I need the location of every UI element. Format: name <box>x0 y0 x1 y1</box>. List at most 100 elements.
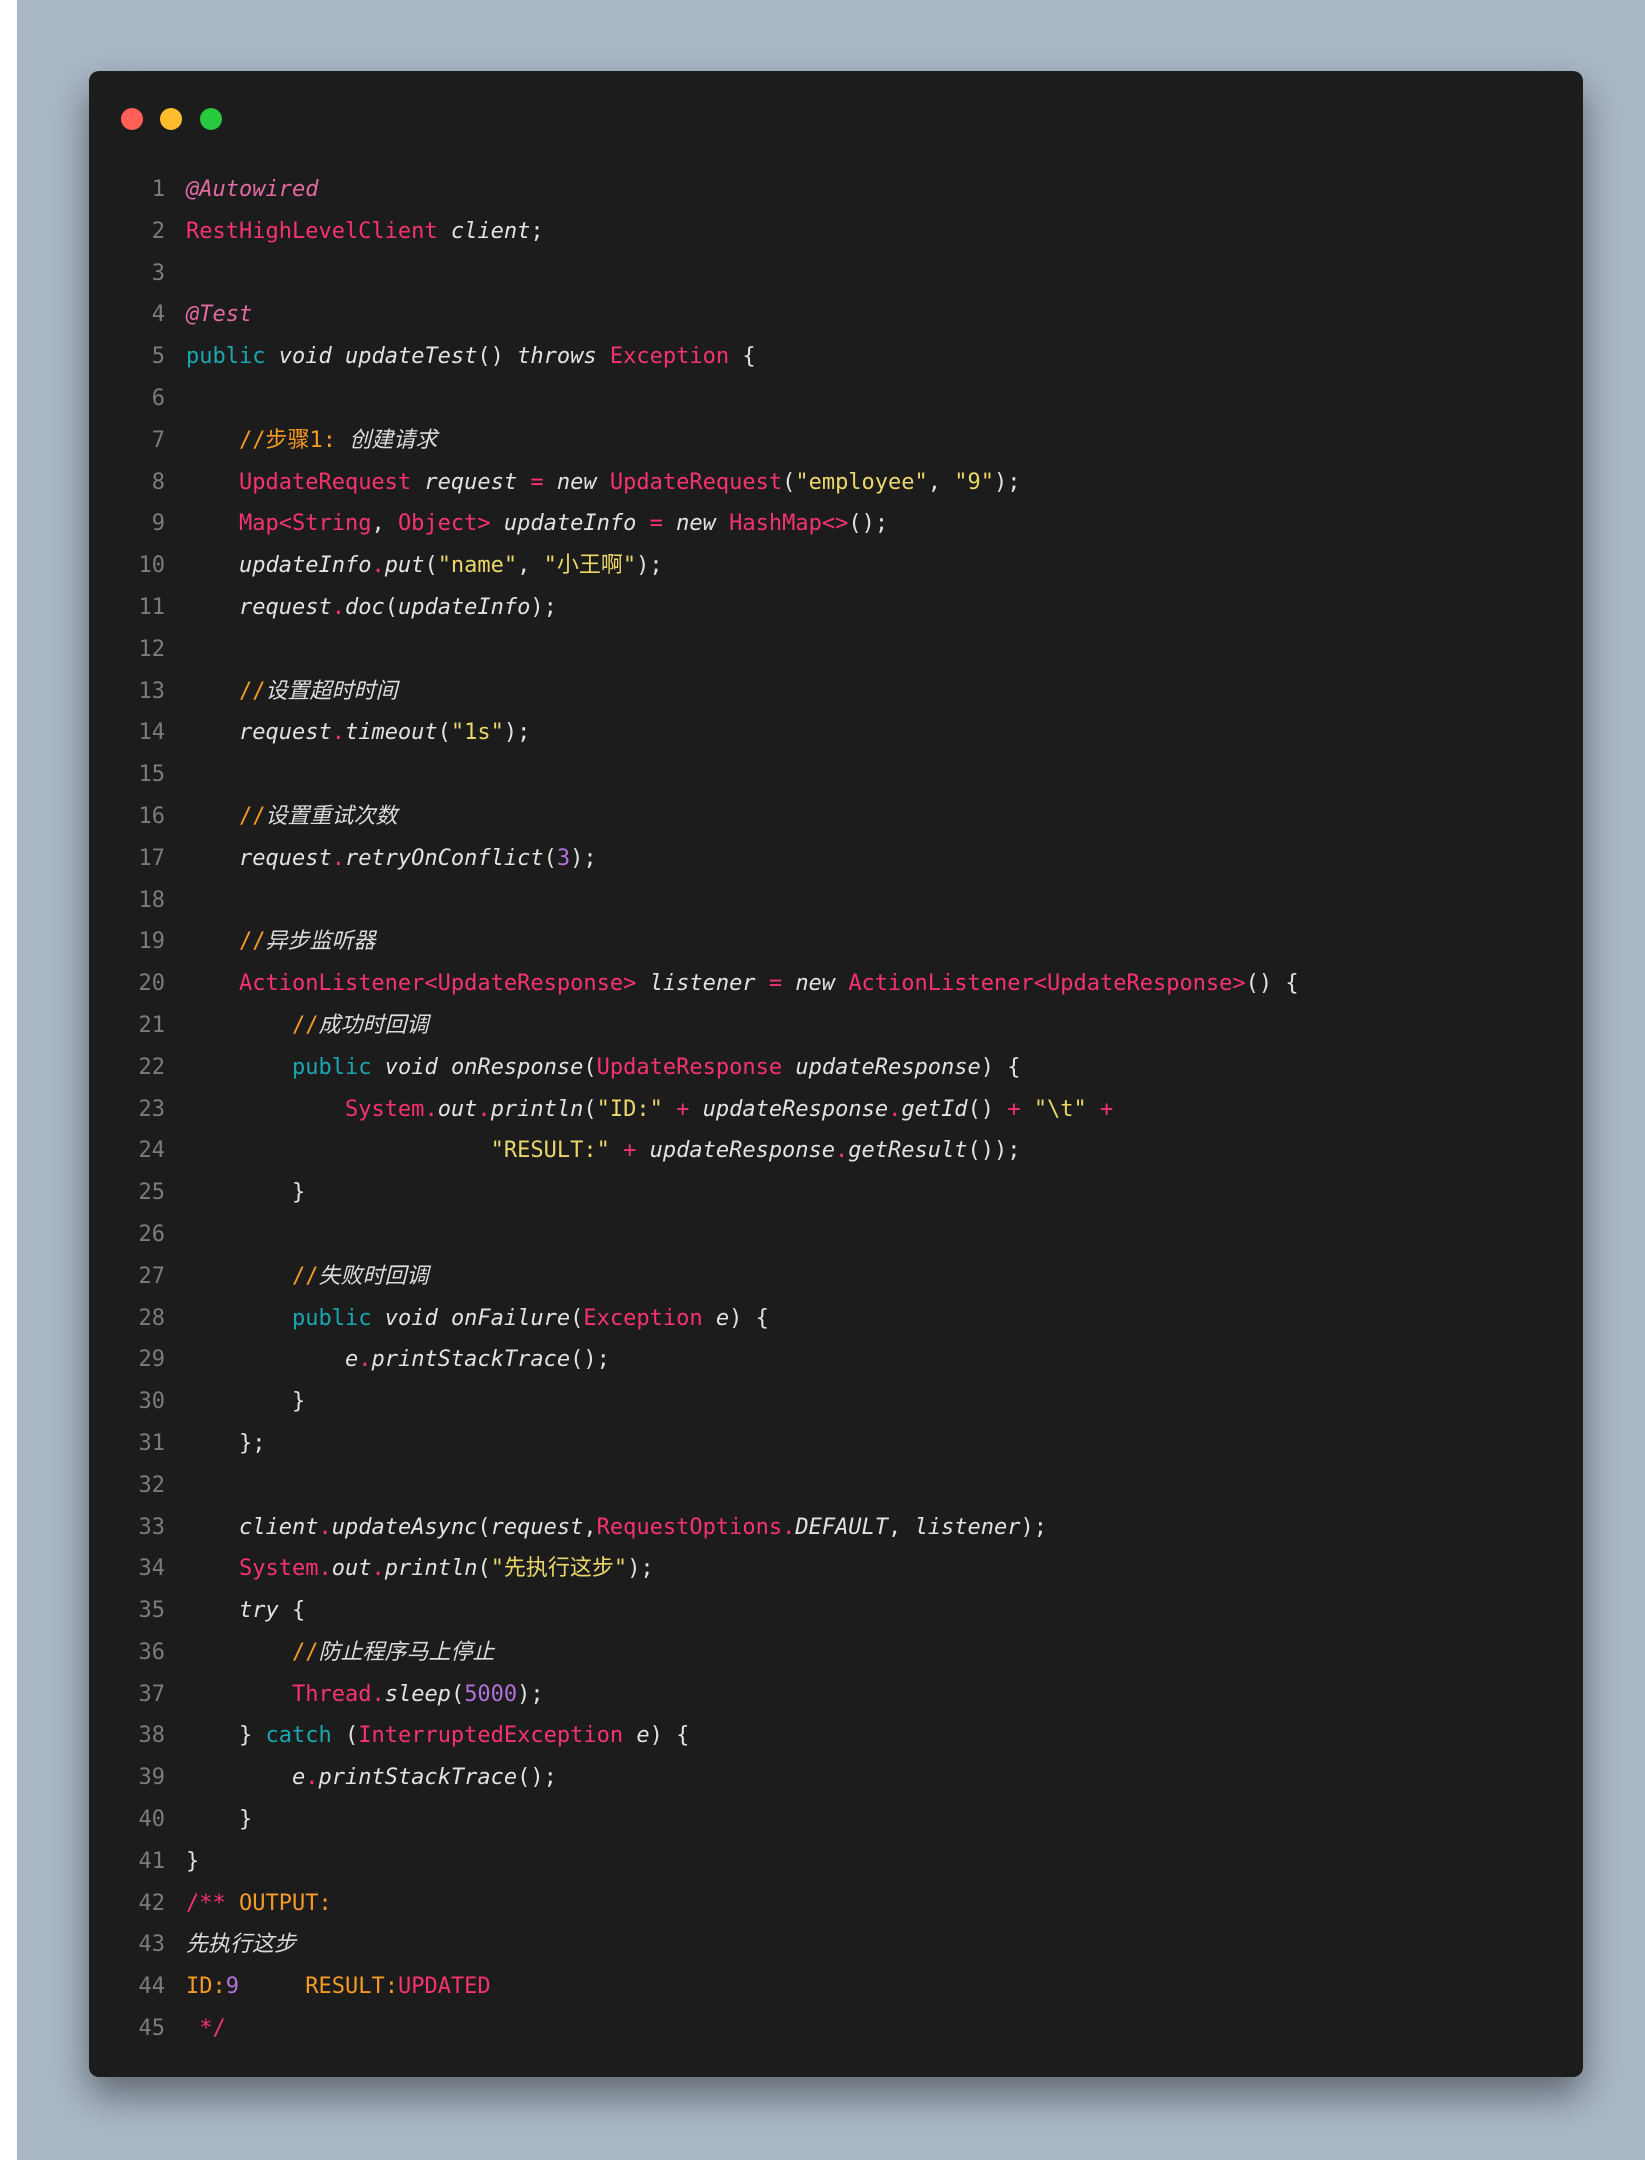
code-token: ) { <box>729 1305 769 1331</box>
code-token: . <box>371 553 385 579</box>
code-token: e <box>636 1723 650 1749</box>
code-token: 失败时回调 <box>318 1263 429 1289</box>
code-token: ( <box>477 1556 491 1582</box>
code-token: request <box>238 720 332 746</box>
code-token: 9 <box>225 1974 239 2000</box>
code-token: println <box>384 1556 478 1582</box>
code-token: + <box>623 1138 637 1164</box>
code-token: printStackTrace <box>318 1765 518 1791</box>
code-token: listener <box>914 1514 1021 1540</box>
line-number: 36 <box>138 1639 166 1665</box>
code-token: out <box>437 1096 478 1122</box>
line-source: public void updateTest() throws Exceptio… <box>186 336 756 378</box>
code-token: onResponse <box>450 1054 584 1080</box>
line-number: 39 <box>138 1765 166 1791</box>
code-token: void <box>384 1054 438 1080</box>
code-line: 3 <box>120 253 1299 295</box>
code-line: 2 RestHighLevelClient client; <box>120 211 1299 253</box>
code-token: Object> <box>397 511 491 537</box>
code-line: 39 e.printStackTrace(); <box>120 1757 1299 1799</box>
code-line: 37 Thread.sleep(5000); <box>120 1674 1299 1716</box>
line-number: 15 <box>138 762 166 788</box>
line-number: 8 <box>151 469 165 495</box>
code-token: . <box>782 1514 796 1540</box>
line-source: Map<String, Object> updateInfo = new Has… <box>186 503 888 545</box>
code-token: 3 <box>556 845 571 871</box>
code-token: 设置超时时间 <box>265 678 398 704</box>
code-line: 4 @Test <box>120 294 1299 336</box>
code-token: @Autowired <box>186 177 319 202</box>
code-token: "1s" <box>450 720 504 746</box>
code-token: 先执行这步 <box>186 1932 297 1958</box>
line-number: 27 <box>138 1263 166 1289</box>
code-token: . <box>305 1765 319 1791</box>
code-token: . <box>424 1096 438 1122</box>
code-token: // <box>238 929 266 955</box>
code-line: 11 request.doc(updateInfo); <box>120 587 1299 629</box>
line-number: 37 <box>138 1681 166 1707</box>
code-token: getResult <box>848 1138 968 1164</box>
code-token: () <box>967 1096 1008 1122</box>
code-line: 24 "RESULT:" + updateResponse.getResult(… <box>120 1130 1299 1172</box>
code-token: DEFAULT <box>795 1514 889 1540</box>
code-token: = <box>768 971 783 997</box>
maximize-dot-icon <box>200 108 222 130</box>
code-token: = <box>649 511 663 537</box>
line-source: //设置超时时间 <box>186 671 398 713</box>
line-source: } <box>186 1799 252 1841</box>
code-token: e <box>715 1305 730 1331</box>
code-token: UPDATED <box>397 1974 491 2000</box>
code-token: printStackTrace <box>371 1347 571 1373</box>
code-token: (); <box>848 511 889 537</box>
code-token: retryOnConflict <box>344 845 544 871</box>
code-token: e <box>291 1765 306 1791</box>
code-token: 异步监听器 <box>265 929 376 955</box>
code-token: , <box>583 1514 597 1540</box>
code-token: ); <box>1020 1514 1048 1540</box>
line-source: //防止程序马上停止 <box>186 1632 495 1674</box>
code-token: @Test <box>186 302 253 328</box>
code-token: updateInfo <box>503 511 637 537</box>
line-source: RestHighLevelClient client; <box>186 211 544 253</box>
code-line: 6 <box>120 378 1299 420</box>
code-token: public <box>186 344 266 370</box>
code-line: 35 try { <box>120 1590 1299 1632</box>
code-token: () { <box>1245 971 1299 997</box>
code-token: ) { <box>649 1723 690 1749</box>
code-token: } <box>186 1723 266 1749</box>
code-token: + <box>676 1096 690 1122</box>
code-token: ); <box>627 1556 654 1582</box>
code-line: 12 <box>120 629 1299 671</box>
code-token: ); <box>636 553 663 579</box>
code-line: 20 ActionListener<UpdateResponse> listen… <box>120 963 1299 1005</box>
line-number: 33 <box>138 1514 166 1540</box>
code-line: 45 */ <box>120 2008 1299 2050</box>
line-source: System.out.println("ID:" + updateRespons… <box>186 1089 1113 1131</box>
code-token: ( <box>543 845 557 871</box>
line-number: 40 <box>138 1807 166 1833</box>
code-token: OUTPUT: <box>225 1890 332 1916</box>
code-line: 1 @Autowired <box>120 169 1299 211</box>
line-number: 3 <box>151 260 165 286</box>
code-token: request <box>238 845 332 871</box>
code-token: sleep <box>384 1681 451 1707</box>
code-line: 17 request.retryOnConflict(3); <box>120 838 1299 880</box>
code-line: 8 UpdateRequest request = new UpdateRequ… <box>120 462 1299 504</box>
line-number: 9 <box>151 511 165 537</box>
code-token: // <box>291 1263 319 1289</box>
code-token: ( <box>331 1723 359 1749</box>
line-source: //成功时回调 <box>186 1005 429 1047</box>
